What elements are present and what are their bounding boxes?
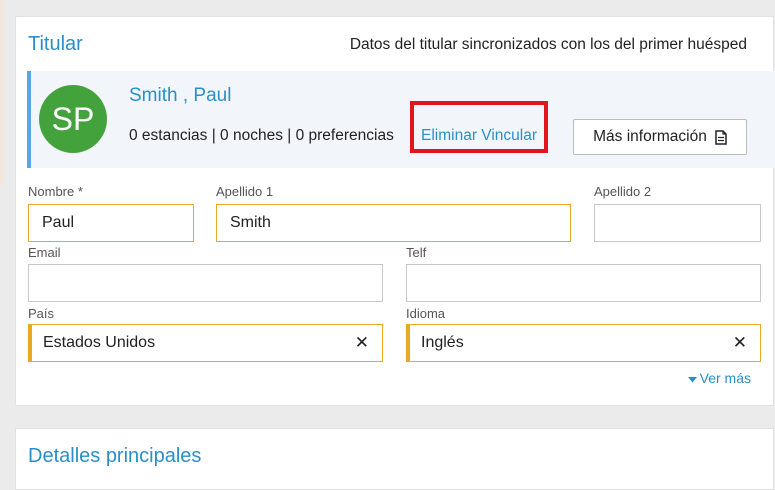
more-info-label: Más información	[593, 128, 707, 145]
country-label: País	[28, 306, 55, 321]
last-name2-field[interactable]	[594, 204, 761, 242]
first-name-value: Paul	[42, 214, 75, 231]
caret-down-icon	[687, 376, 697, 383]
left-edge-strip	[0, 0, 4, 185]
country-clear-icon[interactable]: ✕	[355, 333, 369, 353]
highlight-box	[410, 101, 548, 153]
guest-stats: 0 estancias | 0 noches | 0 preferencias	[129, 127, 394, 144]
more-info-button[interactable]: Más información	[573, 119, 747, 155]
last-name2-label: Apellido 2	[594, 184, 652, 199]
country-value: Estados Unidos	[43, 334, 156, 351]
guest-name[interactable]: Smith , Paul	[129, 85, 231, 107]
main-details-title: Detalles principales	[28, 445, 202, 467]
holder-card: Titular Datos del titular sincronizados …	[15, 16, 775, 406]
email-field[interactable]	[28, 264, 383, 302]
last-name1-value: Smith	[230, 214, 271, 231]
language-value: Inglés	[421, 334, 464, 351]
guest-panel: SP Smith , Paul 0 estancias | 0 noches |…	[27, 71, 775, 168]
see-more-link[interactable]: Ver más	[687, 370, 751, 386]
language-label: Idioma	[406, 306, 446, 321]
last-name1-label: Apellido 1	[216, 184, 274, 199]
avatar: SP	[39, 85, 107, 153]
document-icon	[715, 129, 727, 145]
main-details-card: Detalles principales	[15, 428, 774, 490]
sync-note: Datos del titular sincronizados con los …	[349, 36, 747, 53]
section-title: Titular	[28, 33, 83, 55]
last-name1-field[interactable]: Smith	[216, 204, 571, 242]
language-clear-icon[interactable]: ✕	[733, 333, 747, 353]
first-name-label: Nombre *	[28, 184, 83, 199]
country-select[interactable]: Estados Unidos ✕	[28, 324, 383, 362]
email-label: Email	[28, 245, 61, 260]
language-select[interactable]: Inglés ✕	[406, 324, 761, 362]
first-name-field[interactable]: Paul	[28, 204, 194, 242]
phone-label: Telf	[406, 245, 427, 260]
see-more-label: Ver más	[699, 370, 751, 386]
phone-field[interactable]	[406, 264, 761, 302]
